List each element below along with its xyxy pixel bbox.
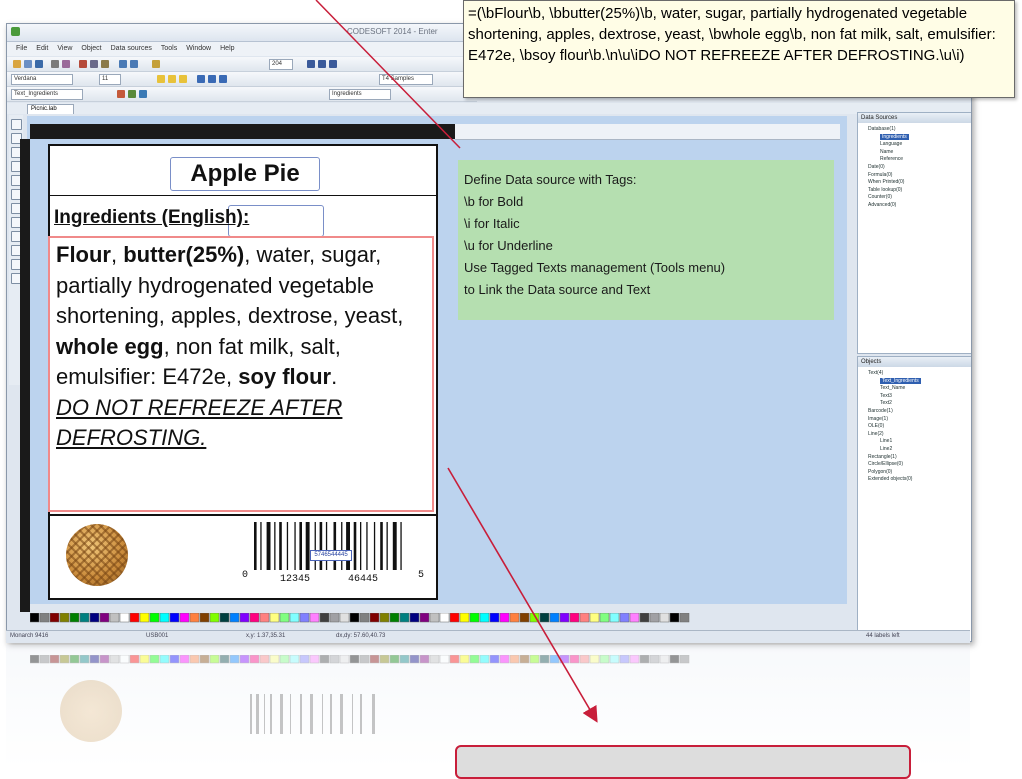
arrow-label-to-callout — [447, 467, 598, 723]
annotation-arrows — [315, 0, 598, 723]
arrow-tooltip-to-label — [315, 0, 461, 149]
